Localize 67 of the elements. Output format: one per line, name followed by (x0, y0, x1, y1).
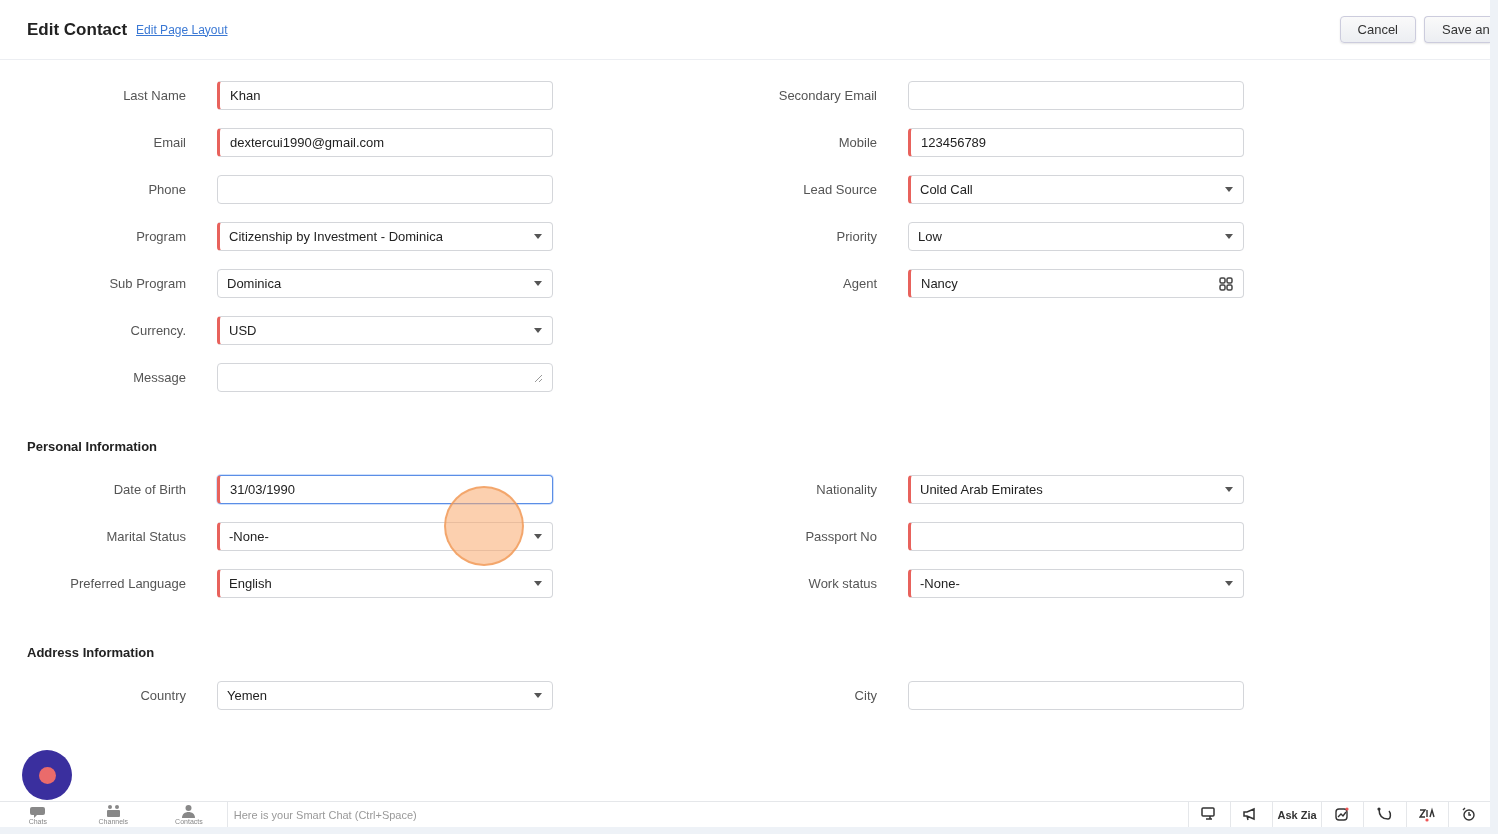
field-label: Passport No (804, 529, 877, 544)
dropdown-field[interactable]: Cold Call (908, 175, 1244, 204)
caret-icon (1225, 581, 1233, 586)
text-field[interactable] (908, 681, 1244, 710)
field-label: Program (135, 229, 186, 244)
page-title: Edit Contact (27, 19, 128, 40)
dropdown-field[interactable]: Dominica (217, 269, 553, 298)
zia-icon[interactable] (1419, 807, 1436, 822)
field-label: Nationality (815, 482, 877, 497)
cancel-button[interactable]: Cancel (1339, 16, 1416, 43)
chart-icon[interactable] (1334, 807, 1351, 822)
text-field[interactable] (908, 522, 1244, 551)
field-label: Date of Birth (112, 482, 186, 497)
field-label: Last Name (122, 88, 186, 103)
caret-icon (534, 281, 542, 286)
edit-layout-link[interactable]: Edit Page Layout (136, 22, 228, 37)
dropdown-field[interactable]: -None- (217, 522, 553, 551)
text-field[interactable]: 31/03/1990 (217, 475, 553, 504)
field-label: Sub Program (108, 276, 186, 291)
dropdown-field[interactable]: USD (217, 316, 553, 345)
field-label: Lead Source (802, 182, 877, 197)
field-label: Country (139, 688, 186, 703)
section-heading: Address Information (26, 645, 156, 660)
field-label: Currency. (129, 323, 186, 338)
field-label: Mobile (837, 135, 877, 150)
caret-icon (534, 234, 542, 239)
field-label: Marital Status (105, 529, 186, 544)
dropdown-field[interactable]: Citizenship by Investment - Dominica (217, 222, 553, 251)
flow-icon[interactable] (1376, 807, 1393, 822)
dropdown-field[interactable]: English (217, 569, 553, 598)
field-label: Preferred Language (69, 576, 186, 591)
grid-icon (1219, 276, 1233, 291)
caret-icon (1225, 187, 1233, 192)
save-button[interactable]: Save an (1424, 16, 1490, 43)
field-label: City (853, 688, 877, 703)
caret-icon (534, 693, 542, 698)
dropdown-field[interactable]: -None- (908, 569, 1244, 598)
field-label: Phone (147, 182, 186, 197)
monitor-icon[interactable] (1201, 807, 1218, 822)
text-field[interactable]: Khan (217, 81, 553, 110)
lookup-field[interactable]: Nancy (908, 269, 1244, 298)
caret-icon (534, 581, 542, 586)
text-field[interactable] (908, 81, 1244, 110)
field-label: Secondary Email (777, 88, 877, 103)
caret-icon (1225, 234, 1233, 239)
field-label: Priority (835, 229, 877, 244)
text-field[interactable] (217, 175, 553, 204)
caret-icon (534, 534, 542, 539)
resize-handle-icon (534, 373, 542, 382)
text-field[interactable]: 123456789 (908, 128, 1244, 157)
chat-fab-button[interactable] (22, 750, 72, 800)
text-field[interactable]: dextercui1990@gmail.com (217, 128, 553, 157)
section-heading: Personal Information (26, 439, 159, 454)
textarea-field[interactable] (217, 363, 553, 392)
dropdown-field[interactable]: Yemen (217, 681, 553, 710)
dropdown-field[interactable]: Low (908, 222, 1244, 251)
group-icon (105, 804, 121, 818)
field-label: Message (132, 370, 186, 385)
field-label: Work status (807, 576, 877, 591)
alarm-clock-icon[interactable] (1461, 807, 1478, 822)
caret-icon (1225, 487, 1233, 492)
field-label: Agent (842, 276, 877, 291)
person-icon (181, 804, 197, 818)
field-label: Email (152, 135, 186, 150)
dropdown-field[interactable]: United Arab Emirates (908, 475, 1244, 504)
speech-bubble-icon (30, 804, 46, 818)
caret-icon (534, 328, 542, 333)
